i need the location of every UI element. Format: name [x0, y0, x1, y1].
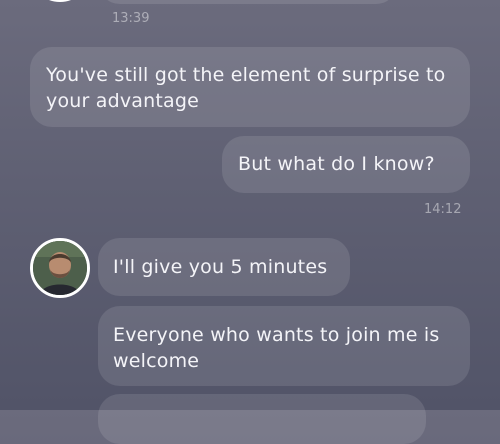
avatar-photo-icon — [33, 241, 87, 295]
message-text-2: But what do I know? — [238, 153, 435, 175]
chat-thread: 13:39 You've still got the element of su… — [0, 0, 500, 444]
message-bubble-top-partial[interactable] — [98, 0, 398, 4]
timestamp-1: 13:39 — [112, 11, 150, 26]
message-bubble-4[interactable]: Everyone who wants to join me is welcome — [98, 306, 470, 386]
message-text-4: Everyone who wants to join me is welcome — [113, 324, 440, 372]
message-text-1: You've still got the element of surprise… — [46, 64, 446, 112]
message-bubble-1[interactable]: You've still got the element of surprise… — [30, 47, 470, 127]
contact-avatar-top[interactable] — [30, 0, 90, 2]
message-bubble-2[interactable]: But what do I know? — [222, 136, 470, 193]
message-bubble-5-partial[interactable] — [98, 394, 426, 444]
message-bubble-3[interactable]: I'll give you 5 minutes — [98, 238, 350, 296]
contact-avatar[interactable] — [30, 238, 90, 298]
timestamp-2: 14:12 — [424, 202, 462, 217]
message-text-3: I'll give you 5 minutes — [113, 256, 328, 278]
